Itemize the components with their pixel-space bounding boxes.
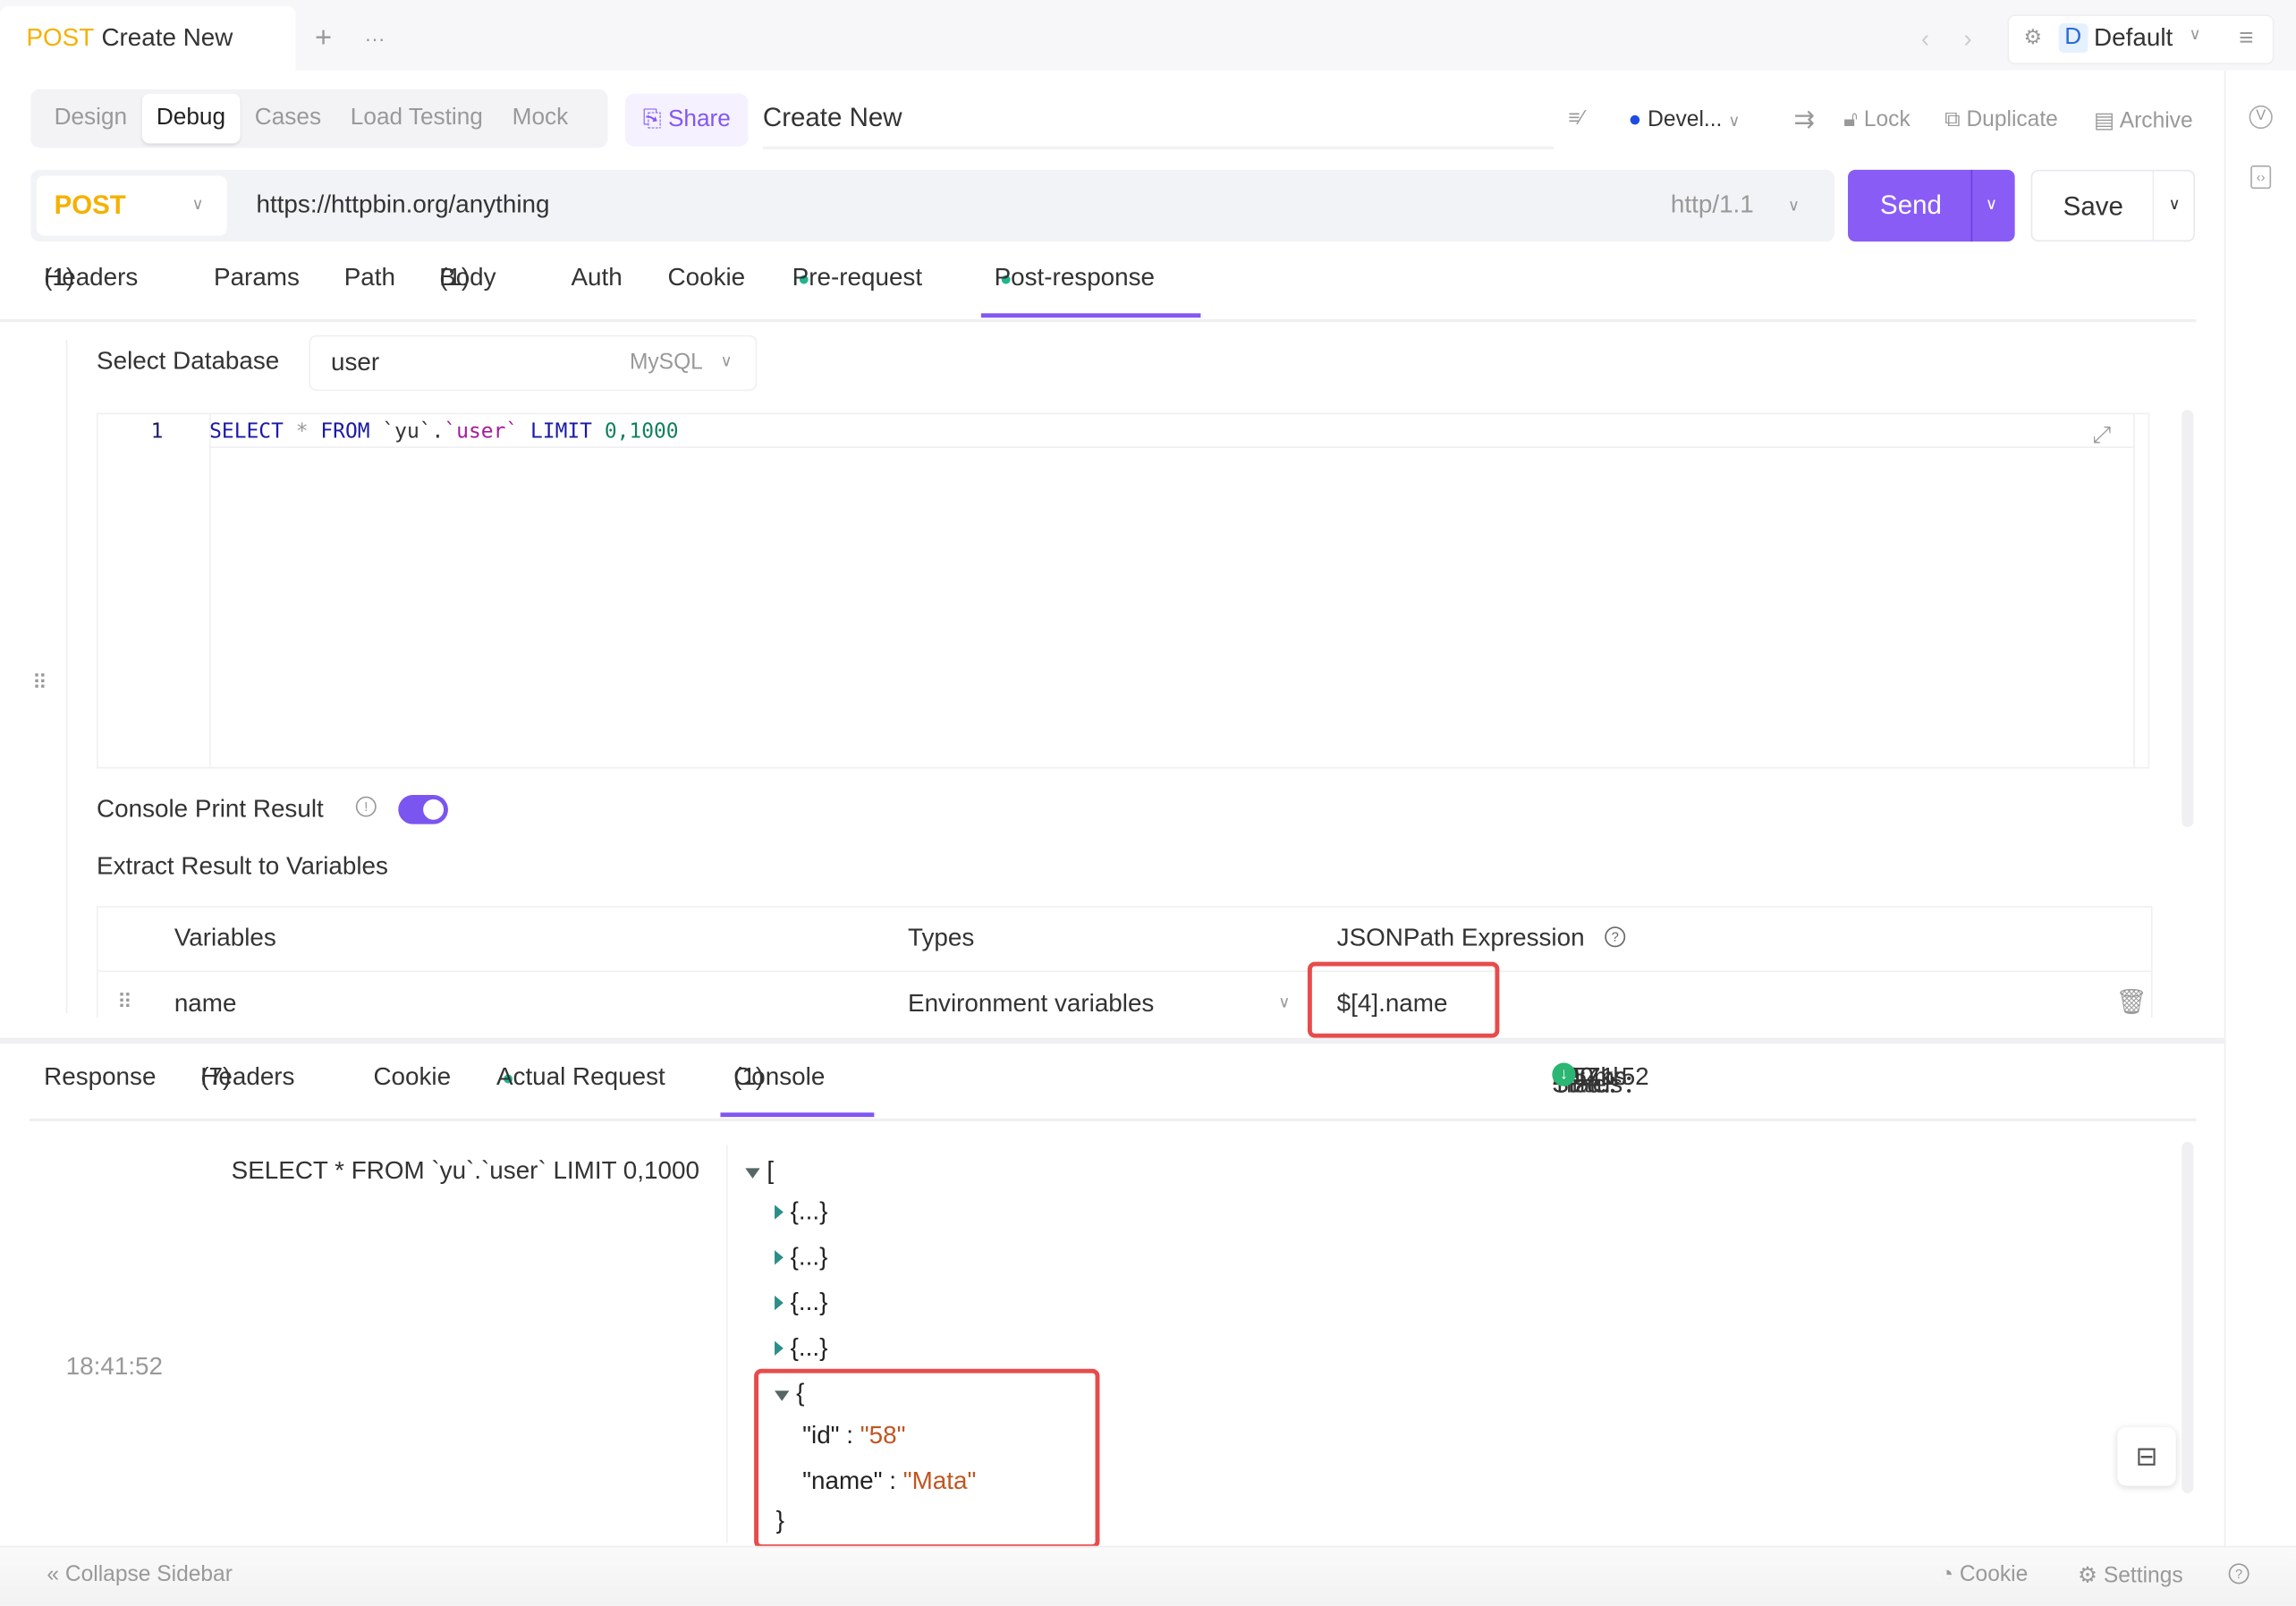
collapsed-item[interactable]: {...} xyxy=(775,1243,827,1272)
save-options-icon[interactable]: ∨ xyxy=(2169,195,2181,214)
line-number: 1 xyxy=(150,419,164,444)
db-type: MySQL xyxy=(629,350,703,376)
chevron-down-icon: ∨ xyxy=(720,352,733,371)
tab-title: Create New xyxy=(101,23,233,52)
collapsed-item[interactable]: {...} xyxy=(775,1289,827,1318)
extract-label: Extract Result to Variables xyxy=(97,851,388,880)
info-icon: ! xyxy=(355,796,377,817)
mode-load-testing[interactable]: Load Testing xyxy=(335,94,497,144)
help-icon: ? xyxy=(1605,926,1626,948)
share-button[interactable]: ⎘ Share xyxy=(625,93,749,147)
sql-editor[interactable]: 1 SELECT * FROM `yu`.`user` LIMIT 0,1000… xyxy=(97,412,2150,769)
download-icon[interactable]: ↓ xyxy=(1552,1062,1576,1086)
document-tab-bar xyxy=(0,0,2296,71)
column-header: JSONPath Expression xyxy=(1336,924,1585,952)
scrollbar[interactable] xyxy=(2182,1141,2194,1493)
column-header: Types xyxy=(908,924,975,952)
tab-pre-request[interactable]: Pre-request xyxy=(792,264,922,293)
scrollbar[interactable] xyxy=(2182,410,2194,827)
url-input[interactable]: https://httpbin.org/anything xyxy=(256,190,549,220)
highlight-box xyxy=(1307,961,1500,1038)
array-node[interactable]: [ xyxy=(745,1156,774,1186)
right-rail-divider xyxy=(2224,70,2226,1550)
tab-response-cookie[interactable]: Cookie xyxy=(373,1063,451,1093)
console-timestamp: 18:41:52 xyxy=(65,1352,164,1381)
mode-design[interactable]: Design xyxy=(39,94,141,144)
sql-line: SELECT * FROM `yu`.`user` LIMIT 0,1000 xyxy=(209,419,679,444)
environment-selector[interactable]: ⚙ D Default ∨ ≡ xyxy=(2007,14,2275,65)
env-dropdown[interactable]: ● Devel... ∨ xyxy=(1628,107,1740,132)
drag-handle-icon[interactable]: ⠿ xyxy=(32,671,47,696)
tab-actual-request[interactable]: Actual Request xyxy=(496,1063,665,1093)
mode-switcher: Design Debug Cases Load Testing Mock xyxy=(30,89,608,148)
request-tabs: Headers (1) Params Path Body (1) Auth Co… xyxy=(0,264,2197,323)
variable-name-input[interactable]: name xyxy=(174,990,237,1019)
collapsed-item[interactable]: {...} xyxy=(775,1333,827,1363)
cookie-button[interactable]: ◔ Cookie xyxy=(1940,1562,2028,1587)
column-header: Variables xyxy=(174,924,276,952)
highlight-box xyxy=(754,1368,1100,1550)
help-icon[interactable]: ? xyxy=(2228,1563,2249,1585)
code-icon[interactable]: ‹› xyxy=(2250,165,2272,190)
pane-splitter[interactable] xyxy=(0,1037,2226,1044)
send-button[interactable]: Send ∨ xyxy=(1848,169,2015,242)
app-window: POST Create New + ··· ‹ › ⚙ D Default ∨ … xyxy=(0,0,2296,1606)
tab-response[interactable]: Response xyxy=(44,1063,156,1093)
response-tabs: Response Headers (7) Cookie Actual Reque… xyxy=(29,1062,2197,1122)
tab-cookie[interactable]: Cookie xyxy=(668,264,746,293)
back-icon[interactable]: ‹ xyxy=(1921,25,1929,55)
chevron-down-icon: ∨ xyxy=(2189,26,2201,45)
tab-params[interactable]: Params xyxy=(214,264,300,293)
menu-icon[interactable]: ≡ xyxy=(2239,23,2253,53)
chevron-down-icon: ∨ xyxy=(1787,198,1800,216)
archive-button[interactable]: ▤ Archive xyxy=(2094,107,2193,133)
request-name-input[interactable]: Create New xyxy=(762,103,1554,149)
tab-post-response[interactable]: Post-response xyxy=(995,264,1155,293)
select-database-label: Select Database xyxy=(97,346,280,376)
variables-icon[interactable]: V xyxy=(2249,105,2273,130)
more-icon[interactable]: ··· xyxy=(365,26,385,49)
collapse-sidebar-button[interactable]: « Collapse Sidebar xyxy=(47,1562,233,1587)
collapsed-item[interactable]: {...} xyxy=(775,1197,827,1227)
console-print-toggle[interactable] xyxy=(398,794,448,824)
document-tab[interactable]: POST Create New xyxy=(0,5,296,71)
mode-cases[interactable]: Cases xyxy=(240,94,335,144)
duplicate-button[interactable]: ⧉ Duplicate xyxy=(1944,107,2058,132)
outline-icon[interactable]: ⇉ xyxy=(1793,106,1814,135)
env-name: Default xyxy=(2094,23,2173,52)
tab-method: POST xyxy=(26,23,95,52)
layout-icon[interactable]: ⊟ xyxy=(2117,1427,2176,1486)
console-print-label: Console Print Result xyxy=(97,794,324,824)
tab-path[interactable]: Path xyxy=(344,264,395,293)
chevron-down-icon: ∨ xyxy=(1278,993,1291,1012)
env-avatar: D xyxy=(2058,23,2088,53)
variable-type-select[interactable]: Environment variables xyxy=(908,990,1154,1019)
status-bar: « Collapse Sidebar ◔ Cookie ⚙ Settings ? xyxy=(0,1545,2296,1606)
expand-icon[interactable]: ⤢ xyxy=(2092,420,2111,450)
settings-button[interactable]: ⚙ Settings xyxy=(2078,1562,2183,1588)
tab-auth[interactable]: Auth xyxy=(571,264,622,293)
method-select[interactable]: POST ∨ xyxy=(36,175,227,236)
format-icon[interactable]: ≡⁄ xyxy=(1568,106,1583,129)
protocol-select[interactable]: http/1.1 xyxy=(1671,190,1754,220)
drag-handle-icon[interactable]: ⠿ xyxy=(117,990,132,1015)
save-button[interactable]: Save ∨ xyxy=(2030,169,2196,242)
add-tab-button[interactable]: + xyxy=(315,22,332,56)
trash-icon[interactable]: 🗑︎ xyxy=(2116,988,2148,1018)
mode-debug[interactable]: Debug xyxy=(141,93,241,144)
chevron-down-icon: ∨ xyxy=(191,196,204,215)
database-select[interactable]: user MySQL ∨ xyxy=(309,334,758,392)
console-query: SELECT * FROM `yu`.`user` LIMIT 0,1000 xyxy=(231,1156,699,1185)
share-icon: ⎘ xyxy=(642,106,668,132)
variables-table: Variables Types JSONPath Expression ? ⠿ … xyxy=(97,906,2153,1019)
gear-icon: ⚙ xyxy=(2023,24,2043,49)
send-options-icon[interactable]: ∨ xyxy=(1986,195,1997,214)
forward-icon[interactable]: › xyxy=(1963,25,1971,55)
lock-button[interactable]: 🔓︎ Lock xyxy=(1843,107,1911,132)
mode-mock[interactable]: Mock xyxy=(497,94,582,144)
